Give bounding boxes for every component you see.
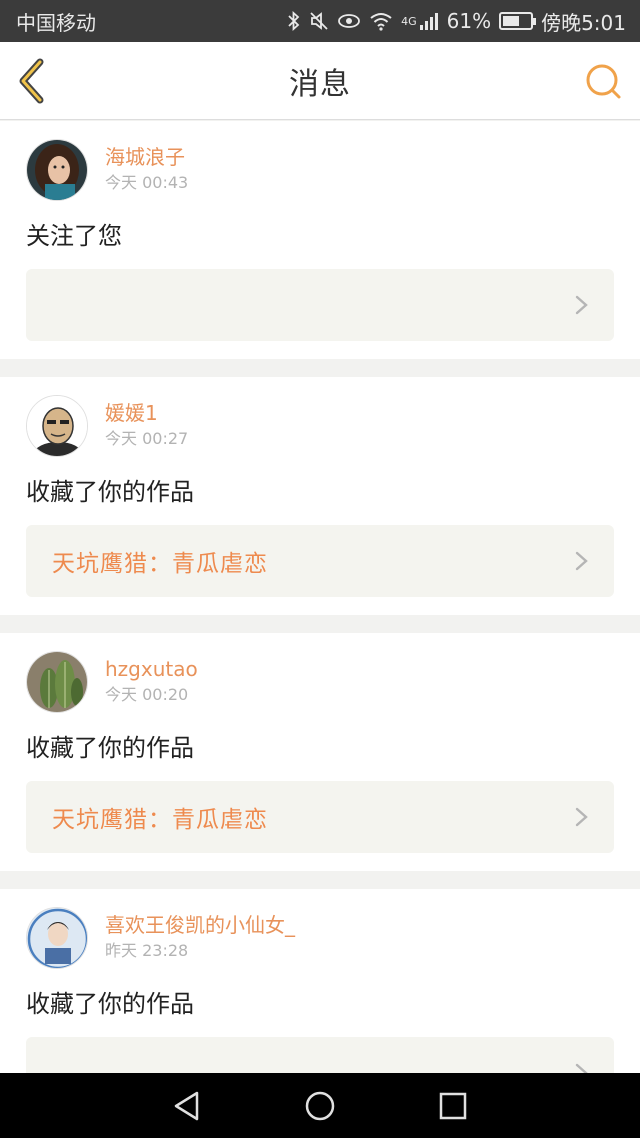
action-text: 收藏了你的作品 (26, 478, 194, 506)
chevron-right-icon (575, 1063, 588, 1073)
chevron-right-icon (575, 551, 588, 571)
avatar-woman-photo (27, 140, 87, 200)
signal-icon (419, 13, 438, 30)
username[interactable]: 喜欢王俊凯的小仙女_ (105, 911, 295, 939)
message-card: 喜欢王俊凯的小仙女_ 昨天 23:28 收藏了你的作品 (0, 889, 640, 1073)
avatar[interactable] (26, 651, 88, 713)
avatar[interactable] (26, 395, 88, 457)
system-navigation-bar (0, 1073, 640, 1138)
eye-icon (338, 14, 360, 28)
work-link[interactable]: 天坑鹰猎：青瓜虐恋 (26, 781, 614, 853)
triangle-back-icon (174, 1091, 198, 1120)
user-row: 海城浪子 今天 00:43 (26, 139, 614, 201)
user-row: 媛媛1 今天 00:27 (26, 395, 614, 457)
user-row: hzgxutao 今天 00:20 (26, 651, 614, 713)
mute-icon (310, 12, 328, 30)
header: 消息 (0, 42, 640, 120)
message-card: hzgxutao 今天 00:20 收藏了你的作品 天坑鹰猎：青瓜虐恋 (0, 633, 640, 871)
username[interactable]: 海城浪子 (105, 143, 188, 171)
search-button[interactable] (584, 62, 624, 102)
system-home-button[interactable] (300, 1086, 340, 1126)
battery-percent: 61% (446, 9, 492, 33)
timestamp: 昨天 23:28 (105, 941, 189, 960)
battery-icon (499, 12, 537, 30)
avatar[interactable] (26, 907, 88, 969)
search-icon (586, 64, 621, 99)
user-meta: hzgxutao 今天 00:20 (105, 651, 198, 707)
avatar[interactable] (26, 139, 88, 201)
user-meta: 喜欢王俊凯的小仙女_ 昨天 23:28 (105, 907, 295, 963)
chevron-right-icon (575, 807, 588, 827)
bluetooth-icon (288, 11, 300, 31)
work-link[interactable] (26, 269, 614, 341)
action-text: 收藏了你的作品 (26, 734, 194, 762)
chevron-right-icon (575, 295, 588, 315)
work-link[interactable]: 天坑鹰猎：青瓜虐恋 (26, 525, 614, 597)
network-label: 4G (401, 14, 417, 28)
page-title: 消息 (289, 66, 351, 102)
username[interactable]: hzgxutao (105, 655, 198, 683)
action-text: 收藏了你的作品 (26, 990, 194, 1018)
timestamp: 今天 00:43 (105, 173, 189, 192)
status-bar: 中国移动 4G 61% 傍晚5:01 (0, 0, 640, 42)
back-button[interactable] (14, 58, 54, 104)
timestamp: 今天 00:27 (105, 429, 189, 448)
carrier-label: 中国移动 (16, 10, 96, 35)
message-card: 媛媛1 今天 00:27 收藏了你的作品 天坑鹰猎：青瓜虐恋 (0, 377, 640, 615)
work-title: 天坑鹰猎：青瓜虐恋 (52, 551, 268, 577)
system-recents-button[interactable] (433, 1086, 473, 1126)
user-meta: 媛媛1 今天 00:27 (105, 395, 188, 451)
work-link[interactable] (26, 1037, 614, 1073)
clock: 傍晚5:01 (541, 10, 626, 35)
chevron-left-icon (19, 58, 44, 104)
wifi-icon (370, 13, 392, 31)
status-icons: 4G 61% 傍晚5:01 (287, 7, 626, 36)
avatar-portrait-photo (27, 908, 87, 968)
action-text: 关注了您 (26, 222, 122, 250)
username[interactable]: 媛媛1 (105, 399, 188, 427)
square-recents-icon (440, 1092, 467, 1119)
avatar-cartoon-man (27, 396, 87, 456)
battery-level (503, 16, 519, 26)
work-title: 天坑鹰猎：青瓜虐恋 (52, 807, 268, 833)
avatar-cactus-photo (27, 652, 87, 712)
message-list[interactable]: 海城浪子 今天 00:43 关注了您 媛媛1 今天 00:27 收藏了你的作品 … (0, 121, 640, 1073)
message-card: 海城浪子 今天 00:43 关注了您 (0, 121, 640, 359)
circle-home-icon (305, 1091, 335, 1120)
system-back-button[interactable] (167, 1086, 207, 1126)
user-meta: 海城浪子 今天 00:43 (105, 139, 188, 195)
user-row: 喜欢王俊凯的小仙女_ 昨天 23:28 (26, 907, 614, 969)
timestamp: 今天 00:20 (105, 685, 189, 704)
